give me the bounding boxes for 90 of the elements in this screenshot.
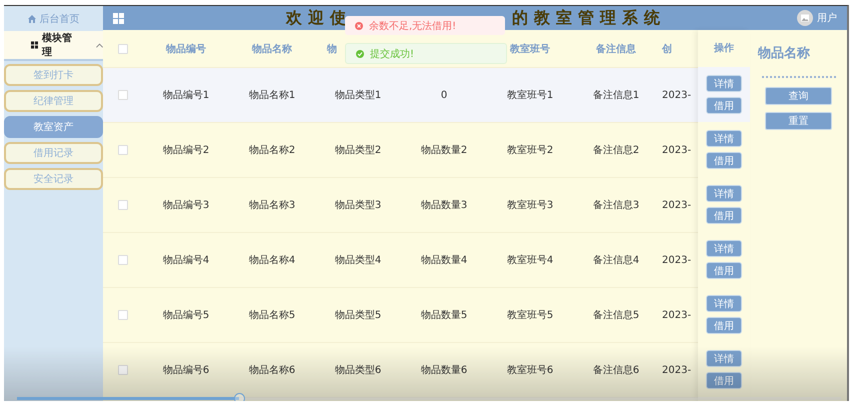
home-icon	[28, 14, 36, 22]
panel-button[interactable]: 重置	[765, 112, 832, 130]
table-cell: 物品数量2	[420, 145, 468, 156]
table-cell: 备注信息2	[592, 145, 640, 156]
table-cell: 物品名称5	[248, 310, 296, 321]
table-cell: 物品类型5	[334, 310, 382, 321]
table-cell: 2023-	[662, 364, 692, 376]
action-button[interactable]: 借用	[706, 152, 742, 169]
menu-item[interactable]: 安全记录	[4, 168, 103, 190]
action-button[interactable]: 详情	[706, 75, 742, 92]
action-button[interactable]: 详情	[706, 130, 742, 147]
table-cell: 物品名称6	[248, 365, 296, 376]
table-cell: 教室班号6	[506, 365, 554, 376]
menu-item[interactable]: 纪律管理	[4, 90, 103, 112]
table-cell: 物品类型4	[334, 255, 382, 266]
grid-icon	[31, 41, 38, 49]
grid-icon	[113, 12, 124, 24]
action-button[interactable]: 详情	[706, 185, 742, 202]
table-cell: 备注信息4	[592, 255, 640, 266]
column-header: 创	[662, 44, 672, 54]
action-button[interactable]: 详情	[706, 240, 742, 257]
page-title: 的教室管理系统	[512, 8, 666, 28]
action-button[interactable]: 详情	[706, 350, 742, 367]
menu-item[interactable]: 借用记录	[4, 142, 103, 164]
table-cell: 物品编号4	[162, 255, 210, 266]
table-cell: 物品类型2	[334, 145, 382, 156]
table-cell: 教室班号1	[506, 90, 554, 101]
progress-handle[interactable]	[234, 393, 246, 401]
menu-item[interactable]: 教室资产	[4, 116, 103, 138]
table-cell: 0	[440, 90, 448, 100]
table-cell: 物品名称3	[248, 200, 296, 211]
table-cell: 教室班号5	[506, 310, 554, 321]
table-cell: 物品数量6	[420, 365, 468, 376]
action-button[interactable]: 详情	[706, 295, 742, 312]
page-title: 欢迎使	[286, 8, 352, 28]
checkbox[interactable]	[118, 365, 128, 375]
table-cell: 物品编号5	[162, 310, 210, 321]
column-header: 物	[327, 44, 337, 54]
checkbox[interactable]	[118, 145, 128, 155]
table-cell: 2023-	[662, 310, 692, 320]
table-cell: 物品数量5	[420, 310, 468, 321]
table-cell: 备注信息1	[592, 90, 640, 101]
table-cell: 物品类型3	[334, 200, 382, 211]
menu-item[interactable]: 签到打卡	[4, 64, 103, 86]
user-name[interactable]: 用户	[817, 11, 837, 25]
table-cell: 2023-	[662, 144, 692, 156]
checkbox[interactable]	[118, 200, 128, 210]
checkbox[interactable]	[118, 310, 128, 320]
table-cell: 备注信息6	[592, 365, 640, 376]
table-cell: 备注信息5	[592, 310, 640, 321]
error-icon	[355, 22, 363, 30]
toast-text: 余数不足,无法借用!	[369, 20, 456, 32]
table-cell: 2023-	[662, 200, 692, 210]
success-icon	[356, 50, 364, 58]
action-button[interactable]: 借用	[706, 262, 742, 279]
search-label: 物品名称	[758, 45, 810, 62]
menu-group-header[interactable]: 模块管理	[4, 31, 103, 61]
column-header: 物品名称	[252, 44, 292, 54]
table-cell: 物品名称1	[248, 90, 296, 101]
action-button[interactable]: 借用	[706, 317, 742, 334]
table-cell: 物品编号2	[162, 145, 210, 156]
table-cell: 物品数量4	[420, 255, 468, 266]
column-header: 备注信息	[596, 44, 636, 54]
column-header: 物品编号	[166, 44, 206, 54]
table-cell: 教室班号4	[506, 255, 554, 266]
action-button[interactable]: 借用	[706, 207, 742, 224]
home-link[interactable]: 后台首页	[4, 6, 103, 31]
action-button[interactable]: 借用	[706, 97, 742, 114]
column-header: 操作	[712, 42, 735, 56]
checkbox[interactable]	[118, 255, 128, 265]
table-cell: 物品编号6	[162, 365, 210, 376]
table-cell: 教室班号2	[506, 145, 554, 156]
toast-text: 提交成功!	[370, 48, 414, 60]
table-cell: 备注信息3	[592, 200, 640, 211]
table-cell: 物品编号1	[162, 90, 210, 101]
avatar-icon	[797, 10, 813, 26]
table-cell: 物品编号3	[162, 200, 210, 211]
checkbox[interactable]	[118, 90, 128, 100]
table-cell: 物品类型6	[334, 365, 382, 376]
table-cell: 物品名称4	[248, 255, 296, 266]
table-cell: 物品数量3	[420, 200, 468, 211]
action-button[interactable]: 借用	[706, 372, 742, 389]
table-cell: 2023-	[662, 90, 692, 100]
table-cell: 物品名称2	[248, 145, 296, 156]
table-cell: 教室班号3	[506, 200, 554, 211]
table-cell: 2023-	[662, 254, 692, 266]
checkbox[interactable]	[118, 44, 128, 54]
column-header: 教室班号	[510, 44, 550, 54]
panel-button[interactable]: 查询	[765, 87, 832, 105]
table-cell: 物品类型1	[334, 90, 382, 101]
